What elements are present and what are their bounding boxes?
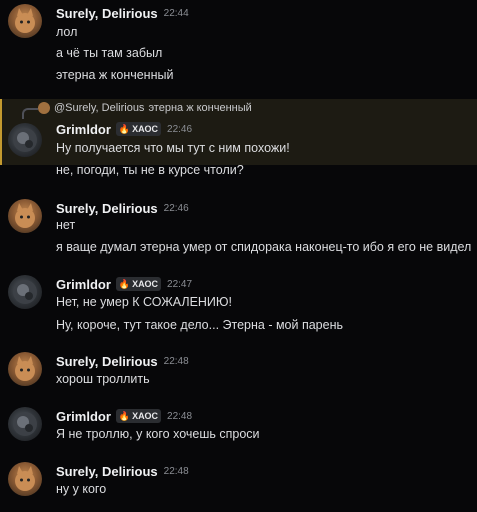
fire-icon: 🔥	[118, 410, 131, 421]
role-badge[interactable]: 🔥 ХАОС	[115, 122, 162, 136]
avatar[interactable]	[8, 275, 42, 309]
timestamp: 22:48	[163, 465, 189, 477]
author-name[interactable]: Grimldor	[56, 277, 111, 292]
message-text: Нет, не умер К СОЖАЛЕНИЮ!	[56, 295, 233, 309]
avatar[interactable]	[8, 462, 42, 496]
timestamp: 22:46	[167, 123, 193, 135]
message-header: Surely, Delirious 22:44	[56, 4, 189, 22]
author-name[interactable]: Surely, Delirious	[56, 354, 158, 369]
reply-mention[interactable]: @Surely, Delirious	[54, 102, 144, 114]
badge-label: ХАОС	[132, 124, 159, 134]
role-badge[interactable]: 🔥 ХАОС	[115, 277, 162, 291]
avatar[interactable]	[8, 199, 42, 233]
message-group: Grimldor 🔥 ХАОС 22:47 Нет, не умер К СОЖА…	[0, 275, 477, 335]
message-header: Grimldor 🔥 ХАОС 22:46	[56, 120, 192, 138]
message-group: Surely, Delirious 22:48 ну у кого	[0, 462, 477, 502]
author-name[interactable]: Surely, Delirious	[56, 6, 158, 21]
message-text: Ну, короче, тут такое дело... Этерна - м…	[56, 318, 343, 332]
reply-avatar	[38, 102, 50, 114]
message-text: лол	[56, 25, 78, 39]
message-text: а чё ты там забыл	[56, 46, 163, 60]
reply-connector	[22, 108, 38, 119]
author-name[interactable]: Surely, Delirious	[56, 464, 158, 479]
fire-icon: 🔥	[118, 278, 131, 289]
message-text: этерна ж конченный	[56, 68, 174, 82]
author-name[interactable]: Grimldor	[56, 409, 111, 424]
badge-label: ХАОС	[132, 279, 159, 289]
message-group: Grimldor 🔥 ХАОС 22:48 Я не троллю, у кого…	[0, 407, 477, 447]
badge-label: ХАОС	[132, 411, 159, 421]
timestamp: 22:47	[167, 278, 193, 290]
message-text: Я не троллю, у кого хочешь спроси	[56, 427, 260, 441]
message-text: Ну получается что мы тут с ним похожи!	[56, 141, 290, 155]
message-group: Surely, Delirious 22:44 лол а чё ты там …	[0, 4, 477, 90]
message-text: нет	[56, 218, 76, 232]
author-name[interactable]: Surely, Delirious	[56, 201, 158, 216]
avatar[interactable]	[8, 352, 42, 386]
avatar[interactable]	[8, 4, 42, 38]
role-badge[interactable]: 🔥 ХАОС	[115, 409, 162, 423]
message-text: не, погоди, ты не в курсе чтоли?	[56, 163, 244, 177]
message-header: Grimldor 🔥 ХАОС 22:47	[56, 275, 192, 293]
message-header: Surely, Delirious 22:48	[56, 462, 189, 480]
timestamp: 22:46	[163, 202, 189, 214]
timestamp: 22:48	[163, 355, 189, 367]
message-header: Grimldor 🔥 ХАОС 22:48	[56, 407, 192, 425]
author-name[interactable]: Grimldor	[56, 122, 111, 137]
reply-excerpt: этерна ж конченный	[148, 102, 252, 114]
timestamp: 22:48	[167, 410, 193, 422]
fire-icon: 🔥	[118, 123, 131, 134]
message-text: хорош троллить	[56, 372, 150, 386]
avatar[interactable]	[8, 123, 42, 157]
reply-reference[interactable]: @Surely, Delirious этерна ж конченный	[38, 102, 252, 114]
timestamp: 22:44	[163, 7, 189, 19]
message-text: ну у кого	[56, 482, 107, 496]
message-group: @Surely, Delirious этерна ж конченный Gr…	[0, 99, 477, 185]
message-group: Surely, Delirious 22:48 хорош троллить	[0, 352, 477, 392]
message-header: Surely, Delirious 22:46	[56, 199, 189, 217]
message-header: Surely, Delirious 22:48	[56, 352, 189, 370]
message-text: я ваще думал этерна умер от спидорака на…	[56, 240, 472, 254]
message-group: Surely, Delirious 22:46 нет я ваще думал…	[0, 199, 477, 259]
avatar[interactable]	[8, 407, 42, 441]
